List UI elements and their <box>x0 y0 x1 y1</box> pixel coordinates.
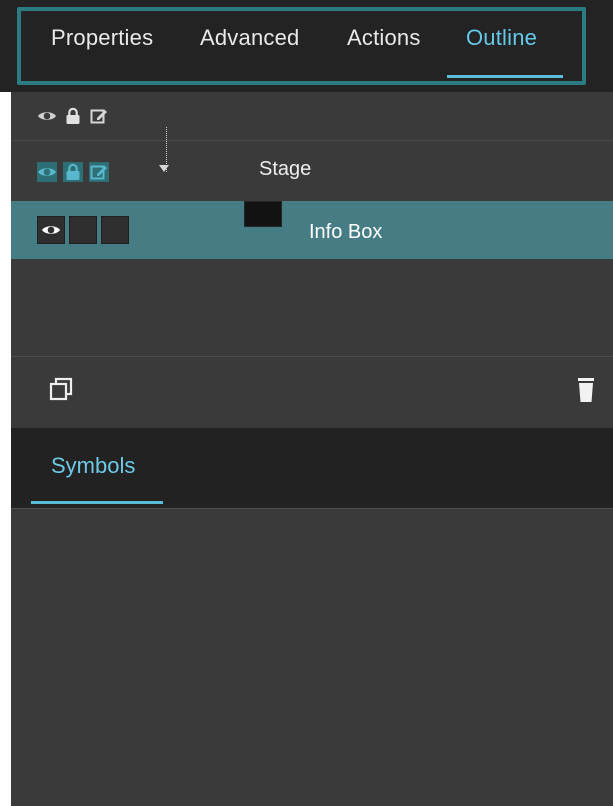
outline-row-stage[interactable]: Stage <box>11 141 613 203</box>
outline-toolbar <box>11 356 613 428</box>
edit-icon[interactable] <box>89 162 109 182</box>
symbols-header: Symbols <box>11 428 613 508</box>
eye-icon[interactable] <box>37 106 57 126</box>
row-toggle-icons <box>37 201 129 259</box>
outline-row-info-box[interactable]: Info Box <box>11 201 613 259</box>
tab-advanced[interactable]: Advanced <box>200 22 299 54</box>
active-tab-underline <box>447 75 563 78</box>
thumbnail-preview-icon <box>244 201 282 227</box>
window-left-edge <box>0 92 11 806</box>
edit-icon[interactable] <box>89 106 109 126</box>
eye-icon[interactable] <box>37 162 57 182</box>
trash-icon[interactable] <box>574 375 598 405</box>
edit-toggle-empty-icon[interactable] <box>101 216 129 244</box>
row-toggle-icons <box>37 92 109 140</box>
app-window: Properties Advanced Actions Outline Stag… <box>0 0 613 806</box>
row-toggle-icons <box>37 141 109 203</box>
expand-arrow-icon[interactable] <box>159 165 169 172</box>
duplicate-icon[interactable] <box>47 375 75 403</box>
tree-connector-vertical <box>166 127 167 172</box>
lock-icon[interactable] <box>63 162 83 182</box>
outline-label-info-box: Info Box <box>309 221 383 243</box>
eye-icon[interactable] <box>37 216 65 244</box>
lock-toggle-empty-icon[interactable] <box>69 216 97 244</box>
symbols-panel <box>11 508 613 806</box>
outline-panel: Stage Info Box <box>11 92 613 428</box>
symbols-tab-underline <box>31 501 163 504</box>
outline-label-stage: Stage <box>259 158 312 180</box>
tab-symbols[interactable]: Symbols <box>51 450 135 482</box>
tab-properties[interactable]: Properties <box>51 22 153 54</box>
tab-actions[interactable]: Actions <box>347 22 421 54</box>
lock-icon[interactable] <box>63 106 83 126</box>
top-tab-bar: Properties Advanced Actions Outline <box>0 0 613 92</box>
tab-outline[interactable]: Outline <box>466 22 537 54</box>
outline-row-root[interactable] <box>11 92 613 141</box>
